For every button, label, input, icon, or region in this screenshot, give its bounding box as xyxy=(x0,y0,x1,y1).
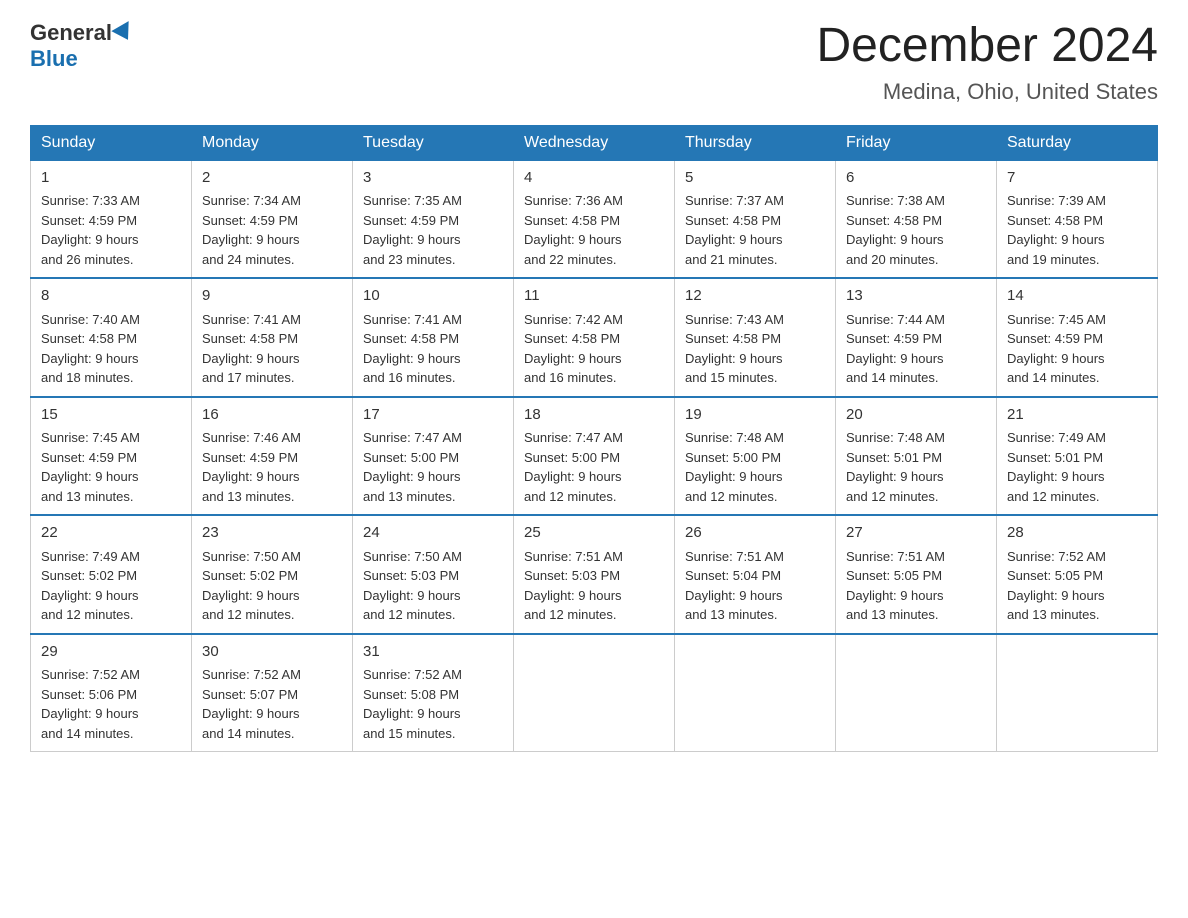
logo-general-text: General xyxy=(30,20,112,46)
day-number: 29 xyxy=(41,641,181,664)
calendar-cell: 2Sunrise: 7:34 AMSunset: 4:59 PMDaylight… xyxy=(192,160,353,278)
calendar-cell: 14Sunrise: 7:45 AMSunset: 4:59 PMDayligh… xyxy=(997,278,1158,397)
calendar-cell: 10Sunrise: 7:41 AMSunset: 4:58 PMDayligh… xyxy=(353,278,514,397)
calendar-cell: 3Sunrise: 7:35 AMSunset: 4:59 PMDaylight… xyxy=(353,160,514,278)
day-number: 12 xyxy=(685,285,825,308)
day-number: 4 xyxy=(524,167,664,190)
location-title: Medina, Ohio, United States xyxy=(816,79,1158,105)
day-number: 16 xyxy=(202,404,342,427)
calendar-cell: 19Sunrise: 7:48 AMSunset: 5:00 PMDayligh… xyxy=(675,397,836,516)
calendar-cell: 13Sunrise: 7:44 AMSunset: 4:59 PMDayligh… xyxy=(836,278,997,397)
logo-blue-text: Blue xyxy=(30,46,78,72)
calendar-cell: 23Sunrise: 7:50 AMSunset: 5:02 PMDayligh… xyxy=(192,515,353,634)
day-number: 24 xyxy=(363,522,503,545)
logo: General Blue xyxy=(30,20,134,72)
calendar-cell: 6Sunrise: 7:38 AMSunset: 4:58 PMDaylight… xyxy=(836,160,997,278)
calendar-cell: 27Sunrise: 7:51 AMSunset: 5:05 PMDayligh… xyxy=(836,515,997,634)
calendar-cell: 18Sunrise: 7:47 AMSunset: 5:00 PMDayligh… xyxy=(514,397,675,516)
day-number: 17 xyxy=(363,404,503,427)
day-number: 30 xyxy=(202,641,342,664)
month-title: December 2024 xyxy=(816,20,1158,73)
calendar-week-row: 8Sunrise: 7:40 AMSunset: 4:58 PMDaylight… xyxy=(31,278,1158,397)
calendar-cell: 11Sunrise: 7:42 AMSunset: 4:58 PMDayligh… xyxy=(514,278,675,397)
day-number: 7 xyxy=(1007,167,1147,190)
day-of-week-header: Saturday xyxy=(997,125,1158,160)
day-number: 10 xyxy=(363,285,503,308)
day-number: 15 xyxy=(41,404,181,427)
calendar-cell: 9Sunrise: 7:41 AMSunset: 4:58 PMDaylight… xyxy=(192,278,353,397)
day-number: 1 xyxy=(41,167,181,190)
day-number: 18 xyxy=(524,404,664,427)
day-number: 20 xyxy=(846,404,986,427)
calendar-cell xyxy=(836,634,997,752)
calendar-cell: 16Sunrise: 7:46 AMSunset: 4:59 PMDayligh… xyxy=(192,397,353,516)
day-of-week-header: Friday xyxy=(836,125,997,160)
calendar-week-row: 29Sunrise: 7:52 AMSunset: 5:06 PMDayligh… xyxy=(31,634,1158,752)
day-number: 5 xyxy=(685,167,825,190)
day-number: 26 xyxy=(685,522,825,545)
calendar-cell: 12Sunrise: 7:43 AMSunset: 4:58 PMDayligh… xyxy=(675,278,836,397)
calendar-cell: 20Sunrise: 7:48 AMSunset: 5:01 PMDayligh… xyxy=(836,397,997,516)
calendar-cell: 30Sunrise: 7:52 AMSunset: 5:07 PMDayligh… xyxy=(192,634,353,752)
calendar-week-row: 22Sunrise: 7:49 AMSunset: 5:02 PMDayligh… xyxy=(31,515,1158,634)
calendar-cell: 1Sunrise: 7:33 AMSunset: 4:59 PMDaylight… xyxy=(31,160,192,278)
day-number: 21 xyxy=(1007,404,1147,427)
calendar-cell: 15Sunrise: 7:45 AMSunset: 4:59 PMDayligh… xyxy=(31,397,192,516)
calendar-cell: 21Sunrise: 7:49 AMSunset: 5:01 PMDayligh… xyxy=(997,397,1158,516)
day-of-week-header: Wednesday xyxy=(514,125,675,160)
calendar-header-row: SundayMondayTuesdayWednesdayThursdayFrid… xyxy=(31,125,1158,160)
day-number: 3 xyxy=(363,167,503,190)
calendar-cell: 24Sunrise: 7:50 AMSunset: 5:03 PMDayligh… xyxy=(353,515,514,634)
calendar-cell xyxy=(997,634,1158,752)
calendar-cell: 8Sunrise: 7:40 AMSunset: 4:58 PMDaylight… xyxy=(31,278,192,397)
day-number: 6 xyxy=(846,167,986,190)
logo-triangle-icon xyxy=(111,21,136,45)
calendar-cell: 17Sunrise: 7:47 AMSunset: 5:00 PMDayligh… xyxy=(353,397,514,516)
calendar-cell: 26Sunrise: 7:51 AMSunset: 5:04 PMDayligh… xyxy=(675,515,836,634)
calendar-week-row: 1Sunrise: 7:33 AMSunset: 4:59 PMDaylight… xyxy=(31,160,1158,278)
calendar-week-row: 15Sunrise: 7:45 AMSunset: 4:59 PMDayligh… xyxy=(31,397,1158,516)
page-header: General Blue December 2024 Medina, Ohio,… xyxy=(30,20,1158,105)
calendar-cell: 5Sunrise: 7:37 AMSunset: 4:58 PMDaylight… xyxy=(675,160,836,278)
day-number: 9 xyxy=(202,285,342,308)
calendar-cell: 28Sunrise: 7:52 AMSunset: 5:05 PMDayligh… xyxy=(997,515,1158,634)
day-of-week-header: Thursday xyxy=(675,125,836,160)
calendar-cell: 7Sunrise: 7:39 AMSunset: 4:58 PMDaylight… xyxy=(997,160,1158,278)
day-number: 19 xyxy=(685,404,825,427)
day-number: 25 xyxy=(524,522,664,545)
calendar-table: SundayMondayTuesdayWednesdayThursdayFrid… xyxy=(30,125,1158,753)
day-number: 28 xyxy=(1007,522,1147,545)
day-number: 2 xyxy=(202,167,342,190)
calendar-cell xyxy=(675,634,836,752)
day-of-week-header: Tuesday xyxy=(353,125,514,160)
title-area: December 2024 Medina, Ohio, United State… xyxy=(816,20,1158,105)
day-number: 13 xyxy=(846,285,986,308)
day-number: 27 xyxy=(846,522,986,545)
day-number: 8 xyxy=(41,285,181,308)
day-number: 31 xyxy=(363,641,503,664)
day-number: 23 xyxy=(202,522,342,545)
calendar-cell: 25Sunrise: 7:51 AMSunset: 5:03 PMDayligh… xyxy=(514,515,675,634)
day-number: 22 xyxy=(41,522,181,545)
calendar-cell: 4Sunrise: 7:36 AMSunset: 4:58 PMDaylight… xyxy=(514,160,675,278)
day-number: 11 xyxy=(524,285,664,308)
calendar-cell: 31Sunrise: 7:52 AMSunset: 5:08 PMDayligh… xyxy=(353,634,514,752)
calendar-cell xyxy=(514,634,675,752)
calendar-cell: 22Sunrise: 7:49 AMSunset: 5:02 PMDayligh… xyxy=(31,515,192,634)
day-of-week-header: Monday xyxy=(192,125,353,160)
calendar-cell: 29Sunrise: 7:52 AMSunset: 5:06 PMDayligh… xyxy=(31,634,192,752)
day-of-week-header: Sunday xyxy=(31,125,192,160)
day-number: 14 xyxy=(1007,285,1147,308)
